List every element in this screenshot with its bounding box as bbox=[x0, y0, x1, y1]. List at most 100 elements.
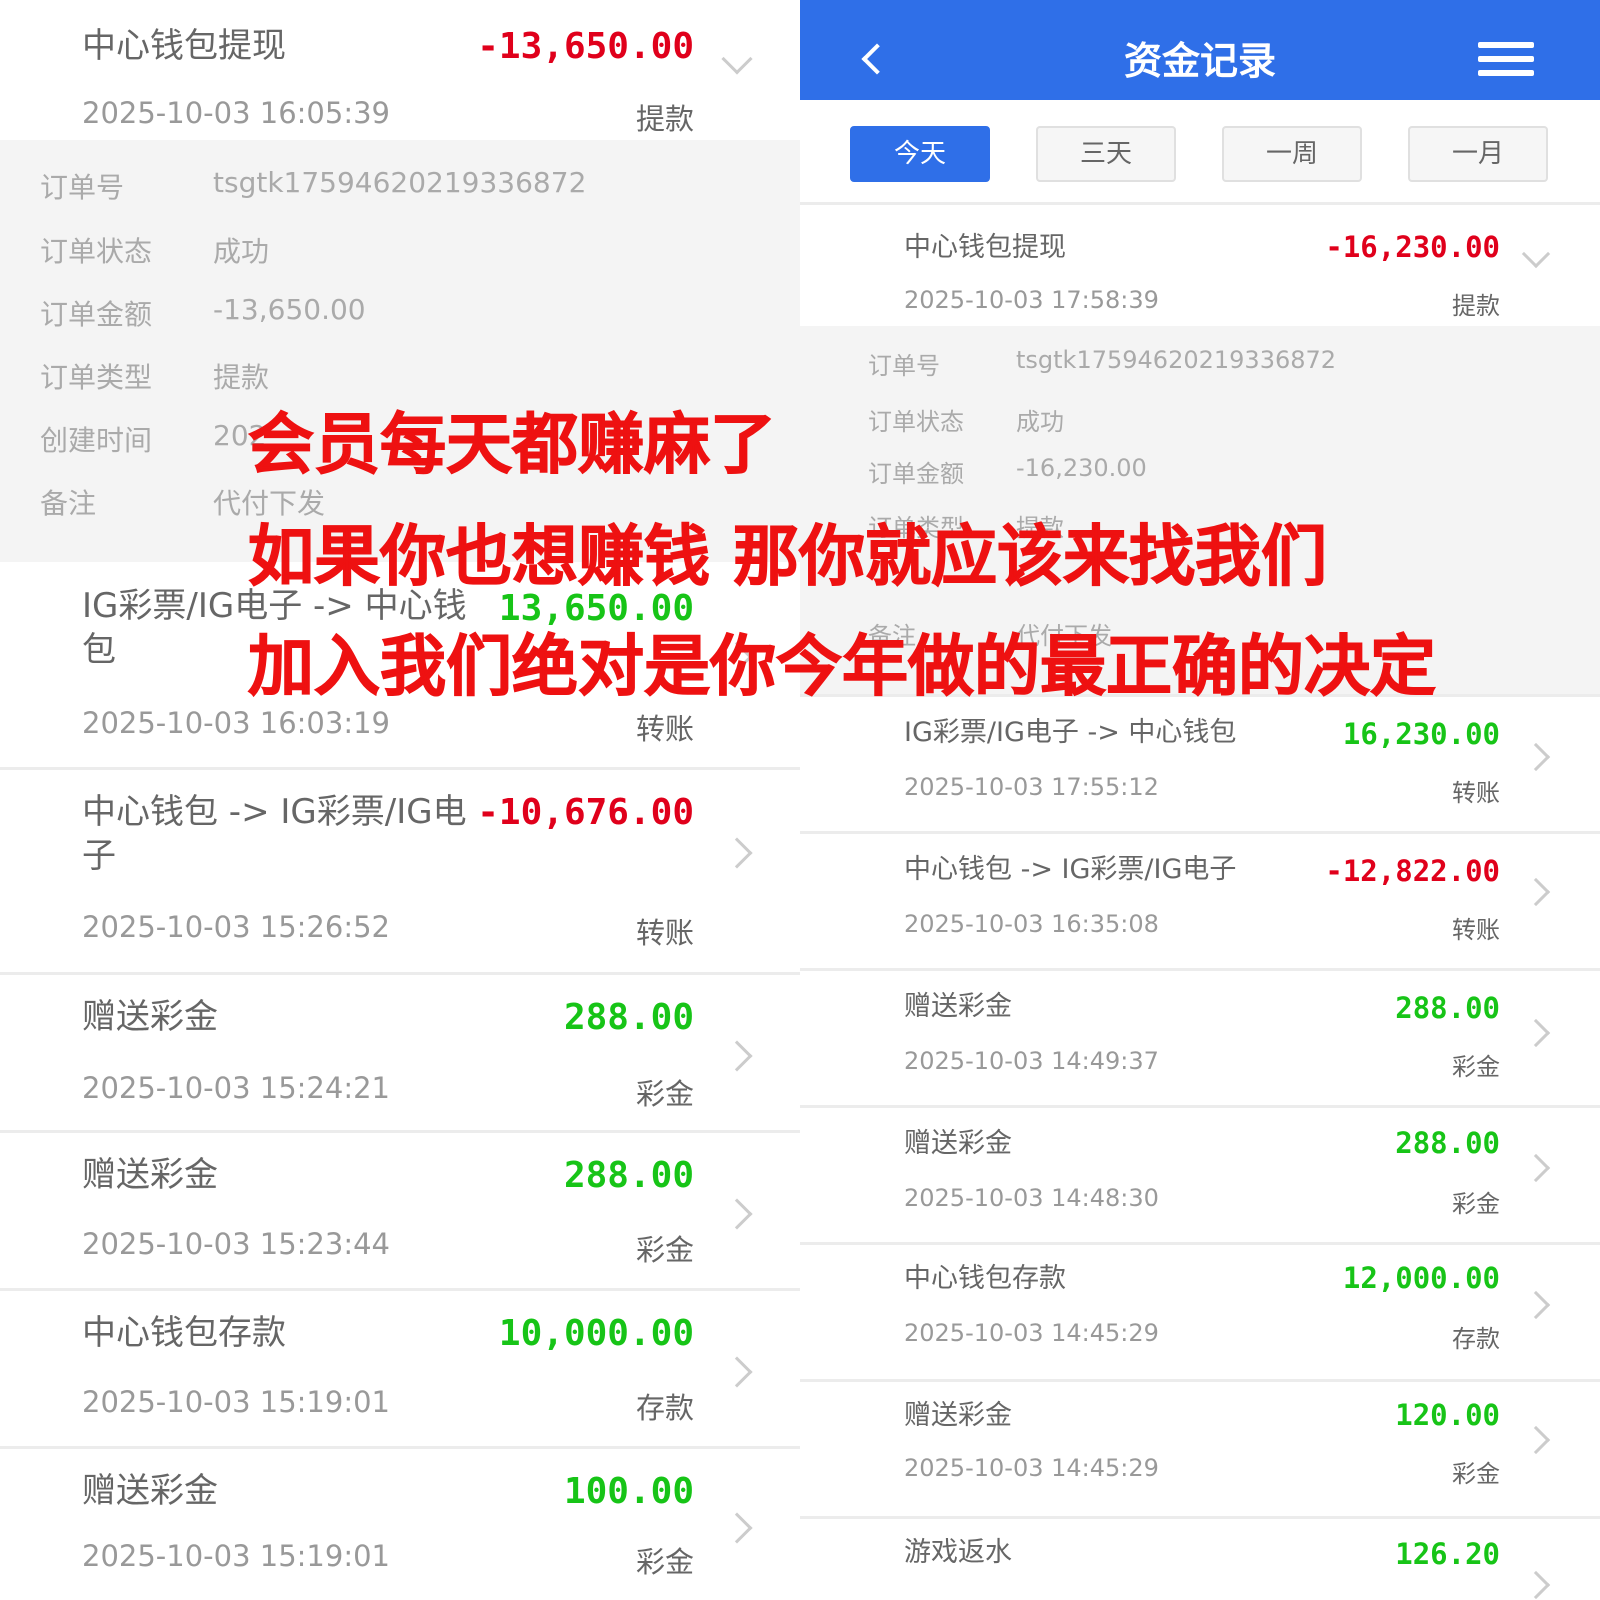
chevron-right-icon[interactable] bbox=[721, 837, 753, 869]
record-amount: 120.00 bbox=[1395, 1398, 1500, 1432]
record-time: 2025-10-03 16:35:08 bbox=[904, 910, 1159, 938]
record-row[interactable]: 游戏返水 126.20 bbox=[800, 1519, 1600, 1600]
record-time: 2025-10-03 15:26:52 bbox=[82, 910, 390, 944]
record-row[interactable]: 中心钱包 -> IG彩票/IG电子 -10,676.00 2025-10-03 … bbox=[0, 770, 800, 972]
record-row[interactable]: 赠送彩金 120.00 2025-10-03 14:45:29 彩金 bbox=[800, 1382, 1600, 1516]
record-type: 存款 bbox=[1452, 1325, 1500, 1353]
record-expanded[interactable]: 中心钱包提现 -13,650.00 2025-10-03 16:05:39 提款 bbox=[0, 0, 800, 140]
record-title: 赠送彩金 bbox=[82, 1155, 218, 1195]
record-row[interactable]: 中心钱包 -> IG彩票/IG电子 -12,822.00 2025-10-03 … bbox=[800, 834, 1600, 968]
chevron-right-icon[interactable] bbox=[721, 1356, 753, 1388]
record-type: 彩金 bbox=[1452, 1053, 1500, 1081]
record-amount: -10,676.00 bbox=[477, 792, 694, 833]
record-row[interactable]: 赠送彩金 288.00 2025-10-03 14:49:37 彩金 bbox=[800, 971, 1600, 1105]
record-time: 2025-10-03 17:58:39 bbox=[904, 286, 1159, 314]
chevron-right-icon[interactable] bbox=[1521, 1290, 1551, 1320]
record-title: 中心钱包提现 bbox=[82, 26, 286, 66]
record-amount: 288.00 bbox=[1395, 991, 1500, 1025]
detail-label: 备注 bbox=[40, 487, 97, 520]
record-time: 2025-10-03 16:05:39 bbox=[82, 96, 390, 130]
record-amount: 288.00 bbox=[563, 1155, 694, 1196]
record-title: 中心钱包 -> IG彩票/IG电子 bbox=[904, 854, 1237, 885]
record-type: 转账 bbox=[635, 916, 694, 950]
record-type: 转账 bbox=[1452, 779, 1500, 807]
record-amount: 12,000.00 bbox=[1342, 1261, 1500, 1295]
detail-value: -16,230.00 bbox=[1016, 454, 1147, 482]
detail-value: -13,650.00 bbox=[213, 293, 366, 326]
record-time: 2025-10-03 14:45:29 bbox=[904, 1319, 1159, 1347]
record-amount: 16,230.00 bbox=[1342, 717, 1500, 751]
record-row[interactable]: 赠送彩金 288.00 2025-10-03 14:48:30 彩金 bbox=[800, 1108, 1600, 1242]
chevron-right-icon[interactable] bbox=[1521, 1425, 1551, 1455]
record-title: 中心钱包提现 bbox=[904, 232, 1066, 263]
tab-one-week[interactable]: 一周 bbox=[1222, 126, 1362, 182]
tab-today[interactable]: 今天 bbox=[850, 126, 990, 182]
record-row[interactable]: 赠送彩金 288.00 2025-10-03 15:24:21 彩金 bbox=[0, 975, 800, 1130]
detail-label: 订单类型 bbox=[40, 361, 153, 394]
detail-label: 订单号 bbox=[40, 171, 125, 204]
record-amount: 126.20 bbox=[1395, 1537, 1500, 1571]
record-amount: -13,650.00 bbox=[477, 26, 694, 67]
record-row[interactable]: 中心钱包存款 12,000.00 2025-10-03 14:45:29 存款 bbox=[800, 1245, 1600, 1379]
record-amount: 100.00 bbox=[563, 1471, 694, 1512]
record-type: 彩金 bbox=[1452, 1190, 1500, 1218]
record-expanded[interactable]: 中心钱包提现 -16,230.00 2025-10-03 17:58:39 提款 bbox=[800, 208, 1600, 326]
tab-one-month[interactable]: 一月 bbox=[1408, 126, 1548, 182]
record-type: 提款 bbox=[635, 102, 694, 136]
detail-value: tsgtk17594620219336872 bbox=[1016, 346, 1337, 374]
record-title: 游戏返水 bbox=[904, 1537, 1012, 1568]
record-time: 2025-10-03 15:19:01 bbox=[82, 1539, 390, 1573]
record-time: 2025-10-03 14:49:37 bbox=[904, 1047, 1159, 1075]
chevron-right-icon[interactable] bbox=[721, 1512, 753, 1544]
record-row[interactable]: IG彩票/IG电子 -> 中心钱包 16,230.00 2025-10-03 1… bbox=[800, 697, 1600, 831]
record-title: 中心钱包存款 bbox=[904, 1263, 1066, 1294]
record-type: 彩金 bbox=[635, 1545, 694, 1579]
chevron-right-icon[interactable] bbox=[1521, 877, 1551, 907]
record-title: 赠送彩金 bbox=[82, 997, 218, 1037]
order-details: 订单号 tsgtk17594620219336872 订单状态 成功 订单金额 -13… bbox=[0, 140, 800, 562]
record-title: 赠送彩金 bbox=[904, 1400, 1012, 1431]
chevron-right-icon[interactable] bbox=[721, 1198, 753, 1230]
detail-value: 代付下发 bbox=[213, 487, 326, 520]
record-type: 彩金 bbox=[1452, 1460, 1500, 1488]
record-title: 赠送彩金 bbox=[904, 991, 1012, 1022]
record-title: 赠送彩金 bbox=[904, 1128, 1012, 1159]
record-time: 2025-10-03 16:03:19 bbox=[82, 706, 390, 740]
detail-label: 订单状态 bbox=[40, 235, 153, 268]
tab-three-days[interactable]: 三天 bbox=[1036, 126, 1176, 182]
record-amount: -12,822.00 bbox=[1325, 854, 1500, 888]
chevron-right-icon[interactable] bbox=[721, 1040, 753, 1072]
record-title: IG彩票/IG电子 -> 中心钱包 bbox=[904, 717, 1237, 748]
detail-label: 订单号 bbox=[868, 352, 940, 380]
record-type: 彩金 bbox=[635, 1077, 694, 1111]
record-row[interactable]: 赠送彩金 100.00 2025-10-03 15:19:01 彩金 bbox=[0, 1449, 800, 1600]
promo-line-3: 加入我们绝对是你今年做的最正确的决定 bbox=[248, 628, 1437, 705]
right-screenshot-panel: 资金记录 今天 三天 一周 一月 中心钱包提现 -16,230.00 2025-… bbox=[800, 0, 1600, 1600]
record-amount: 288.00 bbox=[563, 997, 694, 1038]
chevron-down-icon[interactable] bbox=[721, 43, 753, 75]
chevron-right-icon[interactable] bbox=[1521, 1570, 1551, 1600]
detail-label: 订单状态 bbox=[868, 408, 964, 436]
chevron-down-icon[interactable] bbox=[1521, 239, 1551, 269]
record-row[interactable]: 中心钱包存款 10,000.00 2025-10-03 15:19:01 存款 bbox=[0, 1291, 800, 1446]
record-time: 2025-10-03 15:24:21 bbox=[82, 1071, 390, 1105]
detail-label: 订单金额 bbox=[868, 460, 964, 488]
record-time: 2025-10-03 14:48:30 bbox=[904, 1184, 1159, 1212]
chevron-right-icon[interactable] bbox=[1521, 742, 1551, 772]
record-time: 2025-10-03 15:19:01 bbox=[82, 1385, 390, 1419]
detail-label: 创建时间 bbox=[40, 424, 153, 457]
detail-value: 提款 bbox=[213, 361, 270, 394]
chevron-right-icon[interactable] bbox=[1521, 1153, 1551, 1183]
record-type: 提款 bbox=[1452, 292, 1500, 320]
detail-value: 成功 bbox=[213, 235, 270, 268]
record-amount: -16,230.00 bbox=[1325, 230, 1500, 264]
record-title: 中心钱包存款 bbox=[82, 1313, 286, 1353]
date-filter-tabs: 今天 三天 一周 一月 bbox=[800, 100, 1600, 205]
chevron-right-icon[interactable] bbox=[1521, 1018, 1551, 1048]
record-row[interactable]: 赠送彩金 288.00 2025-10-03 15:23:44 彩金 bbox=[0, 1133, 800, 1288]
record-time: 2025-10-03 17:55:12 bbox=[904, 773, 1159, 801]
record-time: 2025-10-03 14:45:29 bbox=[904, 1454, 1159, 1482]
menu-icon[interactable] bbox=[1478, 42, 1534, 76]
record-type: 转账 bbox=[635, 712, 694, 746]
record-amount: 288.00 bbox=[1395, 1126, 1500, 1160]
